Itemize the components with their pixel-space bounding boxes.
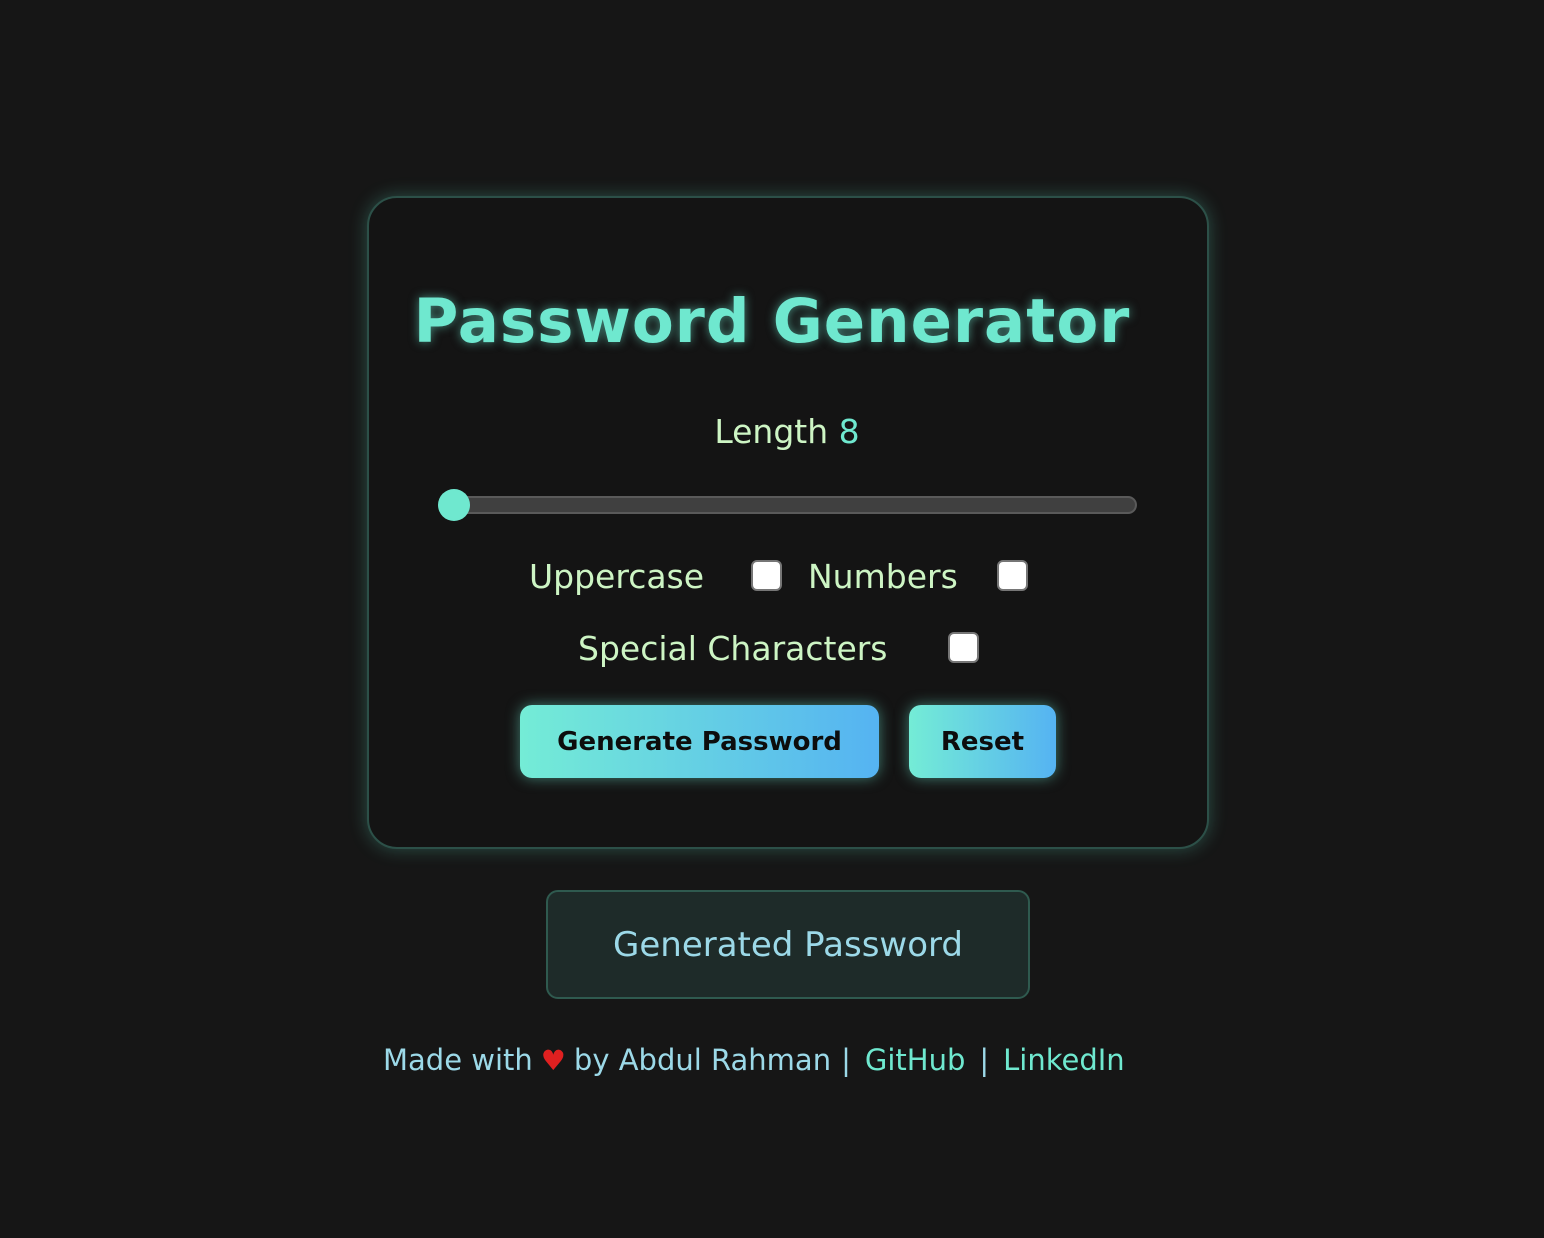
length-label: Length bbox=[714, 412, 829, 451]
length-slider-thumb[interactable] bbox=[438, 489, 470, 521]
generate-password-button[interactable]: Generate Password bbox=[520, 705, 879, 778]
github-link[interactable]: GitHub bbox=[865, 1043, 966, 1077]
footer: Made with ♥ by Abdul Rahman | GitHub | L… bbox=[383, 1040, 1125, 1080]
length-value: 8 bbox=[838, 412, 860, 451]
length-slider-track[interactable] bbox=[440, 496, 1137, 514]
generated-password-output[interactable]: Generated Password bbox=[546, 890, 1030, 999]
footer-separator: | bbox=[841, 1043, 851, 1077]
reset-button[interactable]: Reset bbox=[909, 705, 1056, 778]
linkedin-link[interactable]: LinkedIn bbox=[1003, 1043, 1125, 1077]
page-title: Password Generator bbox=[413, 286, 1131, 357]
special-characters-label: Special Characters bbox=[578, 629, 888, 668]
length-display: Length 8 bbox=[0, 412, 1544, 451]
uppercase-checkbox[interactable] bbox=[751, 560, 782, 591]
footer-separator: | bbox=[979, 1043, 990, 1077]
numbers-label: Numbers bbox=[808, 557, 958, 596]
page: Password Generator Length 8 Uppercase Nu… bbox=[0, 0, 1544, 1238]
uppercase-label: Uppercase bbox=[529, 557, 705, 596]
footer-made-with: Made with bbox=[383, 1043, 533, 1077]
footer-author: by Abdul Rahman bbox=[573, 1043, 832, 1077]
special-characters-checkbox[interactable] bbox=[948, 632, 979, 663]
heart-icon: ♥ bbox=[540, 1043, 566, 1077]
numbers-checkbox[interactable] bbox=[997, 560, 1028, 591]
